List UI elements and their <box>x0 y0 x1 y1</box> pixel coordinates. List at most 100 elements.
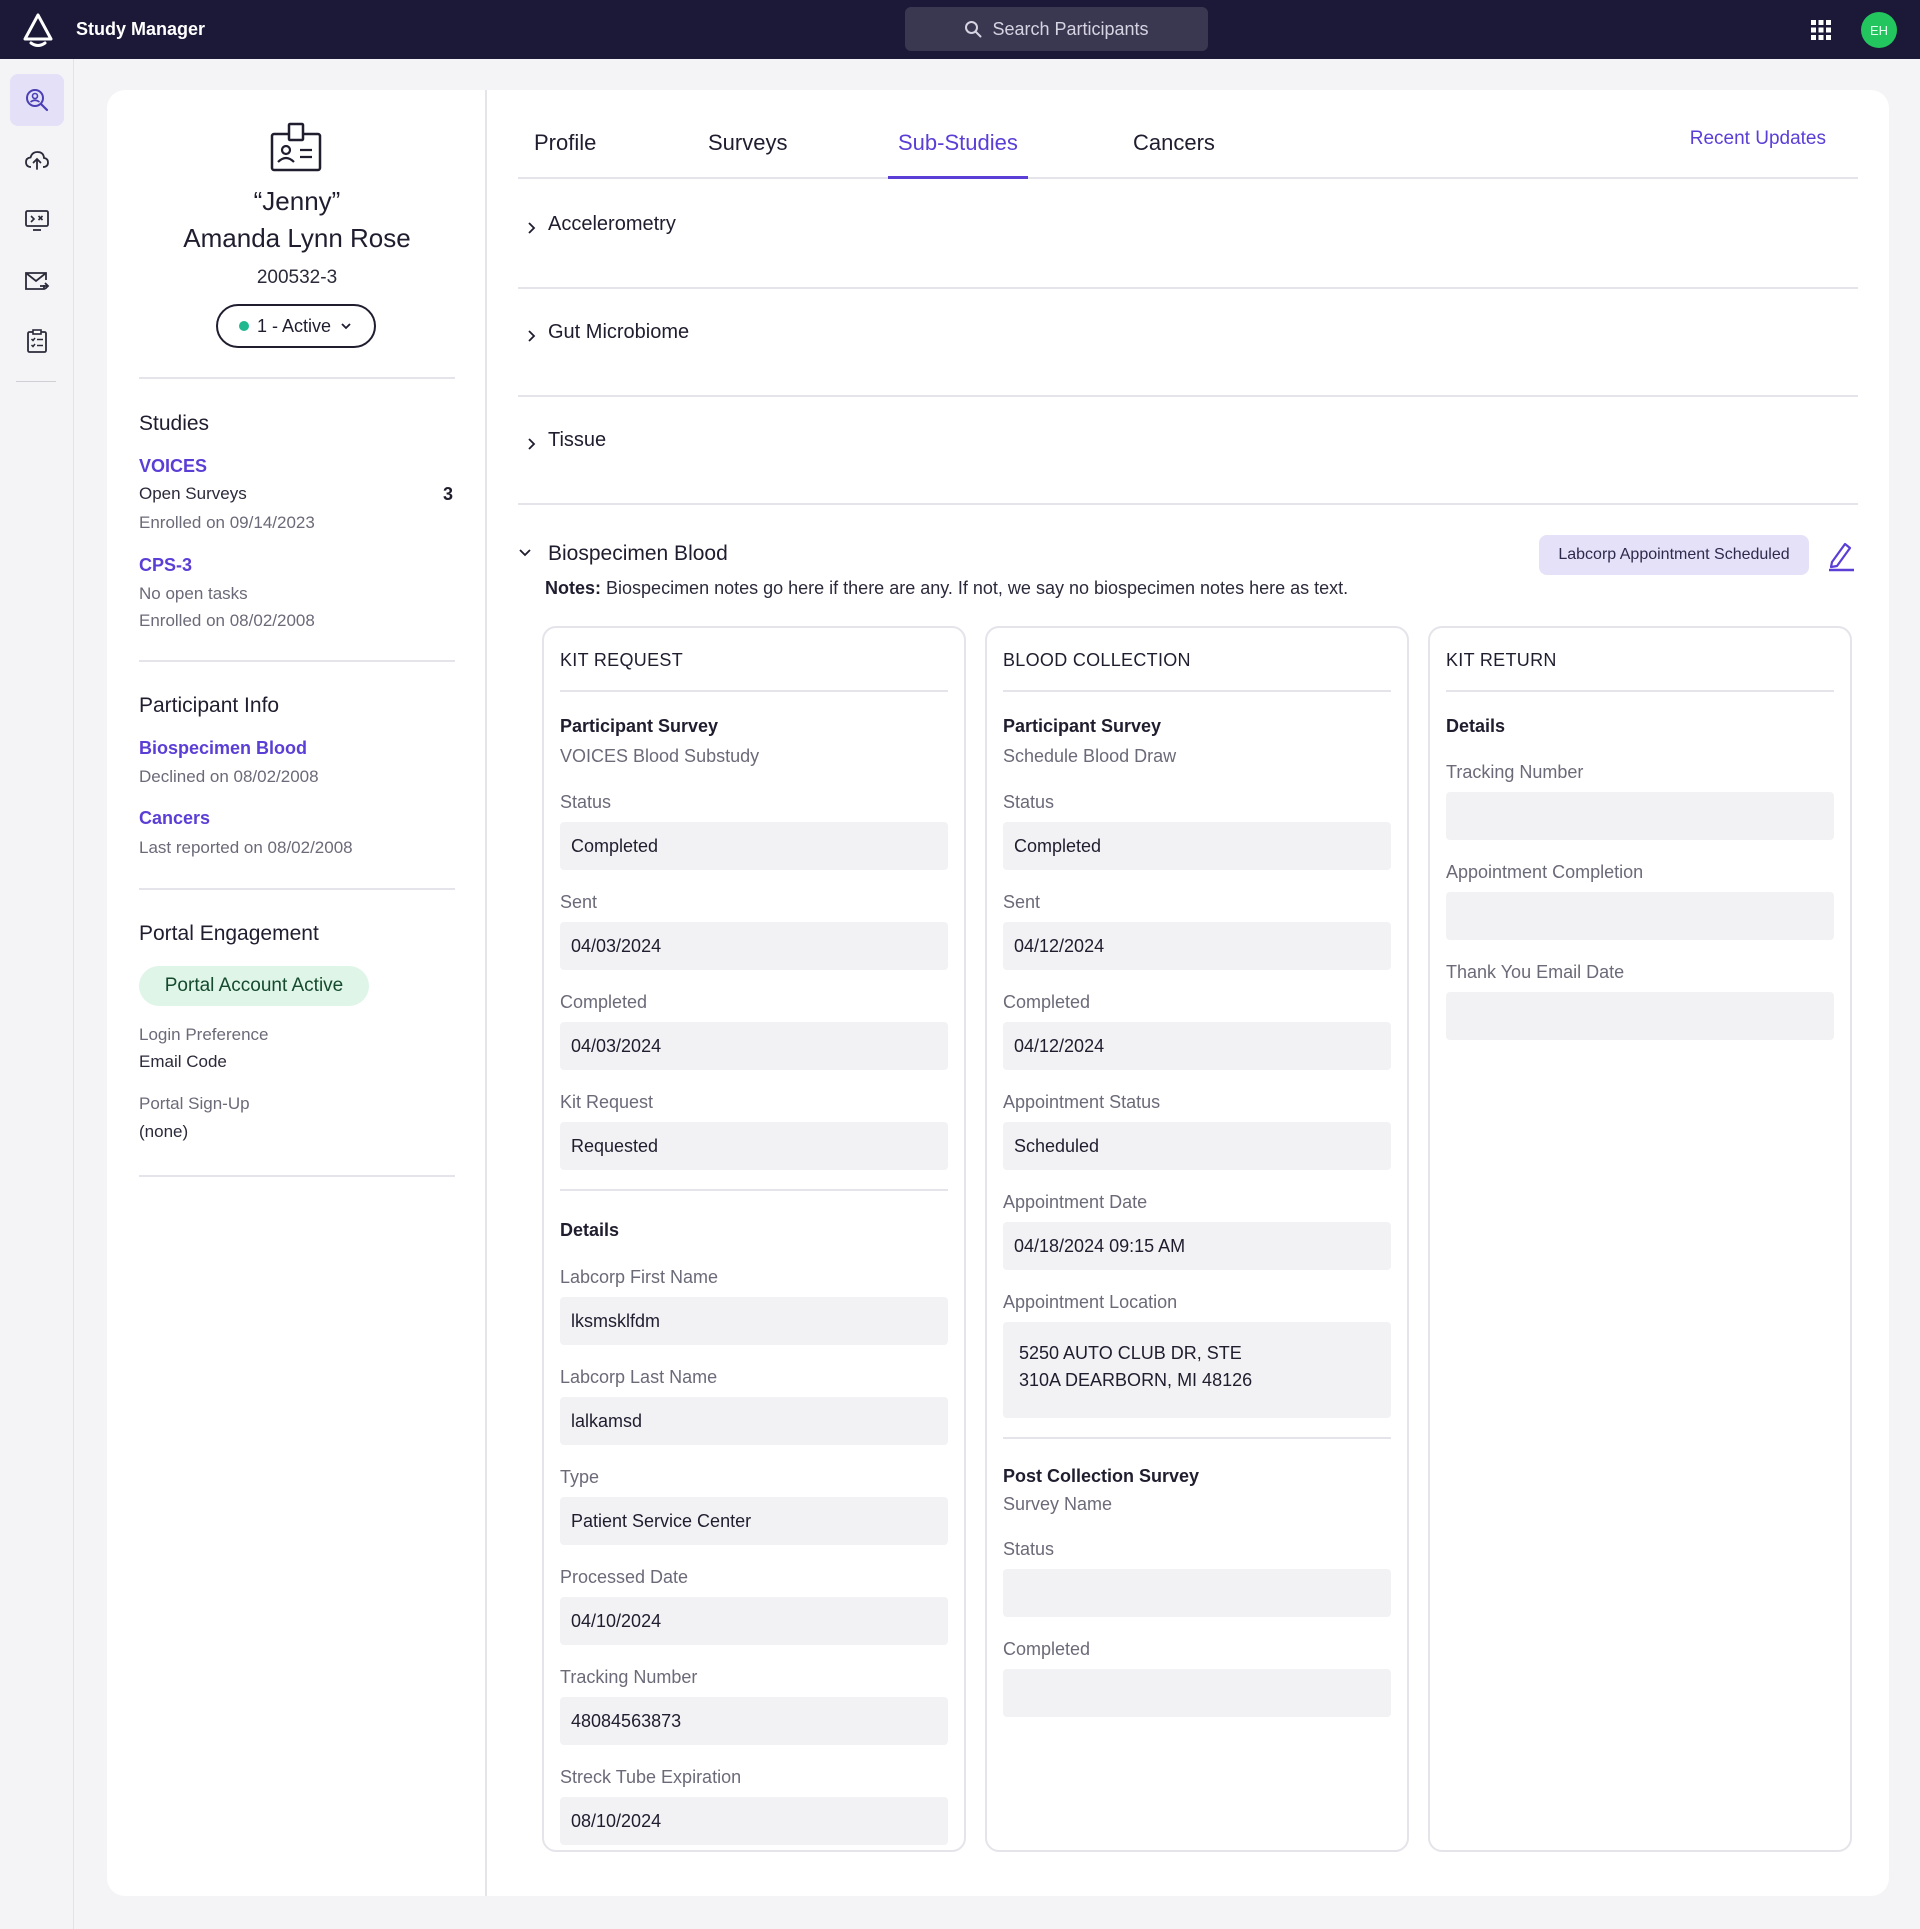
participant-info-heading: Participant Info <box>139 694 280 717</box>
kit-return-panel: KIT RETURN Details Tracking Number Appoi… <box>1428 626 1852 1852</box>
tab-profile[interactable]: Profile <box>534 130 596 179</box>
details-label: Details <box>560 1220 620 1240</box>
nav-mail[interactable] <box>10 255 64 307</box>
tracking-number-field[interactable] <box>1446 792 1834 840</box>
recent-updates-link[interactable]: Recent Updates <box>1690 128 1826 150</box>
study-enrolled-date: Enrolled on 08/02/2008 <box>139 611 315 630</box>
survey-name: Schedule Blood Draw <box>1003 746 1177 766</box>
nav-upload[interactable] <box>10 134 64 186</box>
panel-heading: KIT RETURN <box>1446 650 1557 670</box>
divider <box>560 690 948 692</box>
search-participants-input[interactable]: Search Participants <box>905 7 1208 51</box>
streck-expiration-field[interactable]: 08/10/2024 <box>560 1797 948 1845</box>
login-preference-label: Login Preference <box>139 1025 269 1044</box>
first-name-label: Labcorp First Name <box>560 1267 719 1287</box>
status-field[interactable]: Completed <box>560 822 948 870</box>
sent-field[interactable]: 04/12/2024 <box>1003 922 1391 970</box>
info-link-cancers[interactable]: Cancers <box>139 808 210 829</box>
appointment-location-label: Appointment Location <box>1003 1292 1178 1312</box>
labcorp-status-badge: Labcorp Appointment Scheduled <box>1539 535 1809 575</box>
study-link-voices[interactable]: VOICES <box>139 456 207 477</box>
study-open-tasks: No open tasks <box>139 584 248 603</box>
nav-messages[interactable] <box>10 194 64 246</box>
status-label: Status <box>1003 792 1055 812</box>
notes-text: Biospecimen notes go here if there are a… <box>606 578 1349 598</box>
study-open-surveys: Open Surveys <box>139 484 247 503</box>
chevron-down-icon[interactable] <box>517 545 533 561</box>
edit-pencil-icon[interactable] <box>1827 540 1855 572</box>
substudy-tissue[interactable]: Tissue <box>518 397 1858 505</box>
panel-heading: BLOOD COLLECTION <box>1003 650 1191 670</box>
apps-grid-icon[interactable] <box>1810 19 1832 41</box>
mail-send-icon <box>25 272 50 290</box>
appointment-completion-label: Appointment Completion <box>1446 862 1644 882</box>
divider <box>139 1175 455 1177</box>
tab-surveys[interactable]: Surveys <box>708 130 787 179</box>
studies-heading: Studies <box>139 412 210 435</box>
type-label: Type <box>560 1467 600 1487</box>
nav-tasks[interactable] <box>10 315 64 367</box>
appointment-location-field[interactable]: 5250 AUTO CLUB DR, STE 310A DEARBORN, MI… <box>1003 1322 1391 1418</box>
divider <box>139 888 455 890</box>
substudy-gut-microbiome[interactable]: Gut Microbiome <box>518 289 1858 397</box>
thank-you-email-field[interactable] <box>1446 992 1834 1040</box>
post-status-field[interactable] <box>1003 1569 1391 1617</box>
nav-participant-search[interactable] <box>10 74 64 126</box>
chevron-right-icon <box>528 330 536 342</box>
survey-label: Participant Survey <box>560 716 719 736</box>
status-dot <box>238 321 249 331</box>
clipboard-checklist-icon <box>27 329 47 353</box>
post-completed-field[interactable] <box>1003 1669 1391 1717</box>
substudy-accelerometry[interactable]: Accelerometry <box>518 181 1858 289</box>
app-logo-icon[interactable] <box>20 12 56 48</box>
participant-status-dropdown[interactable]: 1 - Active <box>216 304 376 348</box>
id-badge-icon <box>270 122 322 172</box>
post-collection-label: Post Collection Survey <box>1003 1466 1200 1486</box>
tab-sub-studies[interactable]: Sub-Studies <box>888 130 1028 179</box>
thank-you-email-label: Thank You Email Date <box>1446 962 1625 982</box>
study-link-cps3[interactable]: CPS-3 <box>139 555 192 576</box>
details-label: Details <box>1446 716 1506 736</box>
chevron-right-icon <box>528 438 536 450</box>
last-name-label: Labcorp Last Name <box>560 1367 718 1387</box>
user-avatar[interactable]: EH <box>1861 12 1897 48</box>
completed-label: Completed <box>1003 992 1091 1012</box>
divider <box>1446 690 1834 692</box>
open-surveys-count: 3 <box>442 484 453 504</box>
first-name-field[interactable]: lksmsklfdm <box>560 1297 948 1345</box>
type-field[interactable]: Patient Service Center <box>560 1497 948 1545</box>
completed-field[interactable]: 04/03/2024 <box>560 1022 948 1070</box>
appointment-status-field[interactable]: Scheduled <box>1003 1122 1391 1170</box>
divider <box>1003 1437 1391 1439</box>
tab-cancers[interactable]: Cancers <box>1133 130 1215 179</box>
kit-request-field[interactable]: Requested <box>560 1122 948 1170</box>
substudy-title: Accelerometry <box>548 213 676 235</box>
appointment-completion-field[interactable] <box>1446 892 1834 940</box>
kit-request-panel: KIT REQUEST Participant Survey VOICES Bl… <box>542 626 966 1852</box>
completed-field[interactable]: 04/12/2024 <box>1003 1022 1391 1070</box>
last-name-field[interactable]: lalkamsd <box>560 1397 948 1445</box>
chevron-down-icon <box>341 323 351 330</box>
portal-engagement-heading: Portal Engagement <box>139 922 319 945</box>
info-link-biospecimen[interactable]: Biospecimen Blood <box>139 738 307 759</box>
tracking-number-label: Tracking Number <box>1446 762 1584 782</box>
status-label: Status <box>560 792 612 812</box>
divider <box>560 1189 948 1191</box>
appointment-date-label: Appointment Date <box>1003 1192 1148 1212</box>
streck-expiration-label: Streck Tube Expiration <box>560 1767 742 1787</box>
divider <box>1003 690 1391 692</box>
processed-date-field[interactable]: 04/10/2024 <box>560 1597 948 1645</box>
status-field[interactable]: Completed <box>1003 822 1391 870</box>
appointment-date-field[interactable]: 04/18/2024 09:15 AM <box>1003 1222 1391 1270</box>
info-detail: Declined on 08/02/2008 <box>139 767 319 786</box>
portal-status-badge: Portal Account Active <box>139 966 369 1006</box>
divider <box>139 377 455 379</box>
tracking-number-field[interactable]: 48084563873 <box>560 1697 948 1745</box>
substudy-biospecimen-blood-title[interactable]: Biospecimen Blood <box>548 542 728 566</box>
completed-label: Completed <box>560 992 648 1012</box>
sent-field[interactable]: 04/03/2024 <box>560 922 948 970</box>
divider <box>139 660 455 662</box>
appointment-status-label: Appointment Status <box>1003 1092 1161 1112</box>
blood-collection-panel: BLOOD COLLECTION Participant Survey Sche… <box>985 626 1409 1852</box>
login-preference-value: Email Code <box>139 1052 227 1071</box>
